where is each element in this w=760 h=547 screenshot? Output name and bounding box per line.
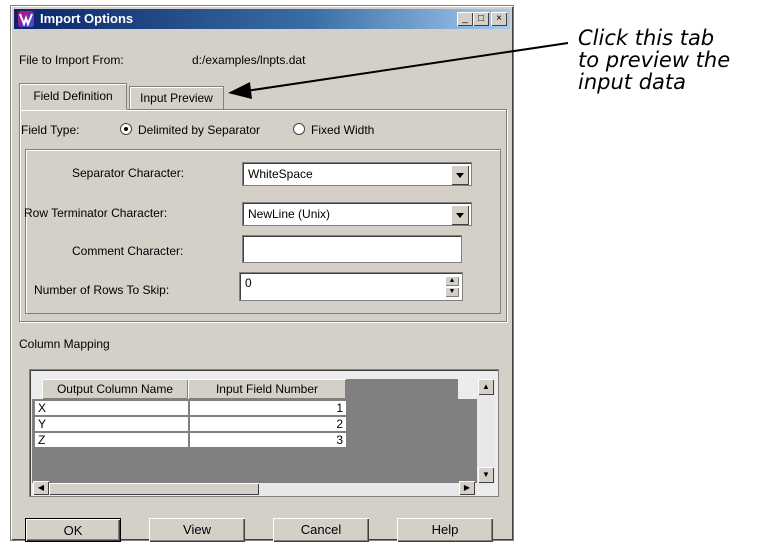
callout-line-3: input data — [578, 70, 686, 94]
callout-line-1: Click this tab — [578, 26, 715, 50]
tab-field-definition[interactable]: Field Definition — [19, 83, 127, 110]
callout-line-2: to preview the — [578, 48, 731, 72]
callout-text: Click this tab to preview the input data — [578, 27, 730, 93]
